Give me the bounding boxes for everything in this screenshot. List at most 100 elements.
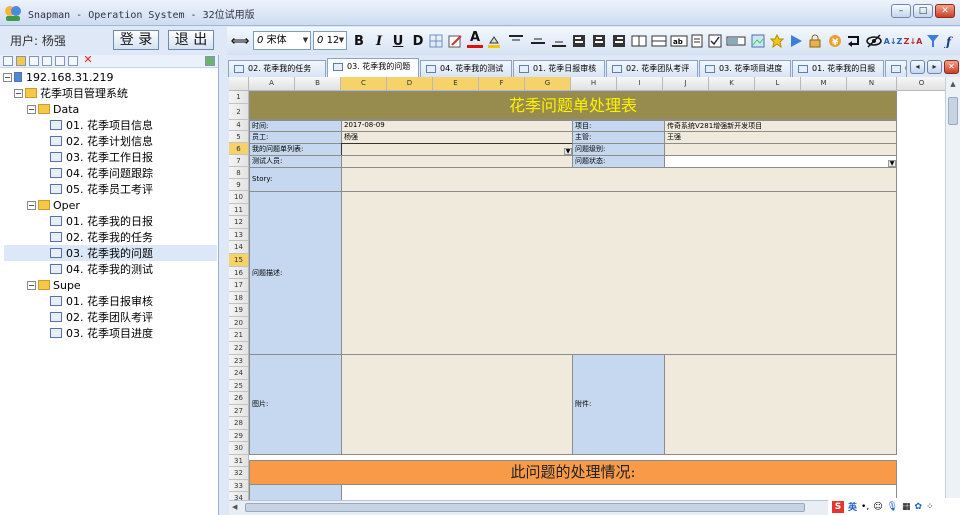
- row-header[interactable]: 4: [229, 120, 249, 131]
- row-header[interactable]: 6: [229, 143, 249, 155]
- font-size-select[interactable]: 0 12 ▼: [313, 31, 347, 50]
- horizontal-scroll-thumb[interactable]: [245, 503, 805, 512]
- text-box-icon[interactable]: ab: [669, 30, 689, 52]
- strikethrough-button[interactable]: D: [410, 30, 426, 52]
- story-value[interactable]: [341, 167, 897, 192]
- chevron-down-icon[interactable]: ▼: [888, 160, 896, 167]
- border-icon[interactable]: [428, 30, 444, 52]
- align-left-icon[interactable]: [570, 30, 588, 52]
- image-value[interactable]: [341, 354, 573, 455]
- menu-grid-icon[interactable]: ⁘: [926, 502, 934, 512]
- row-header[interactable]: 16: [229, 267, 249, 279]
- row-header[interactable]: 22: [229, 342, 249, 355]
- handling-value-cell[interactable]: [341, 484, 897, 500]
- split-cells-icon[interactable]: [650, 30, 668, 52]
- bold-button[interactable]: B: [351, 30, 367, 52]
- column-header[interactable]: N: [847, 77, 897, 91]
- tree-item[interactable]: 01. 花季日报审核: [50, 293, 153, 309]
- tree-item[interactable]: 03. 花季项目进度: [50, 325, 153, 341]
- tree-item-selected[interactable]: 03. 花季我的问题: [4, 245, 217, 261]
- row-header[interactable]: 31: [229, 455, 249, 467]
- export-icon[interactable]: [205, 56, 215, 66]
- row-header[interactable]: 32: [229, 467, 249, 480]
- microphone-icon[interactable]: 🎙: [887, 502, 898, 512]
- column-header[interactable]: B: [295, 77, 341, 91]
- row-header[interactable]: 17: [229, 279, 249, 292]
- tree-item[interactable]: 04. 花季我的测试: [50, 261, 153, 277]
- row-header[interactable]: 19: [229, 304, 249, 317]
- spreadsheet-grid[interactable]: A B C D E F G H I J K L M N O 1 2 4 5 6 …: [229, 77, 960, 500]
- underline-button[interactable]: U: [390, 30, 406, 52]
- tab-my-issues[interactable]: 03. 花季我的问题: [327, 58, 419, 77]
- refresh-icon[interactable]: [29, 56, 39, 66]
- column-header[interactable]: C: [341, 77, 387, 91]
- corner-cell[interactable]: [229, 77, 249, 91]
- merge-cells-icon[interactable]: [630, 30, 648, 52]
- vertical-scroll-thumb[interactable]: [948, 97, 958, 125]
- logout-button[interactable]: 退 出: [168, 30, 214, 50]
- collapse-icon[interactable]: −: [27, 104, 36, 114]
- row-header[interactable]: 11: [229, 204, 249, 216]
- collapse-icon[interactable]: −: [14, 88, 23, 98]
- row-header[interactable]: 33: [229, 480, 249, 492]
- column-header[interactable]: O: [897, 77, 947, 91]
- tree-system[interactable]: − 花季项目管理系统: [14, 85, 128, 101]
- column-header[interactable]: F: [479, 77, 525, 91]
- column-header[interactable]: J: [663, 77, 709, 91]
- font-color-button[interactable]: A: [467, 30, 483, 48]
- move-icon[interactable]: [42, 56, 52, 66]
- scroll-up-icon[interactable]: ▲: [948, 80, 958, 90]
- currency-icon[interactable]: ¥: [827, 30, 843, 52]
- tab-project-progress[interactable]: 03. 花季项目进度: [699, 60, 791, 77]
- row-header[interactable]: 2: [229, 104, 249, 120]
- tab-next-button[interactable]: ▸: [927, 60, 942, 74]
- row-header[interactable]: 9: [229, 179, 249, 191]
- function-icon[interactable]: ƒ: [943, 30, 959, 52]
- column-header[interactable]: H: [571, 77, 617, 91]
- sort-ascending-button[interactable]: A↓Z: [884, 30, 903, 52]
- row-header[interactable]: 5: [229, 131, 249, 143]
- sort-descending-button[interactable]: Z↓A: [904, 30, 923, 52]
- progress-icon[interactable]: [725, 30, 747, 52]
- row-header[interactable]: 24: [229, 367, 249, 380]
- collapse-icon[interactable]: −: [27, 280, 36, 290]
- tab-my-tests[interactable]: 04. 花季我的测试: [420, 60, 512, 77]
- tab-daily-review[interactable]: 01. 花季日报审核: [513, 60, 605, 77]
- align-top-icon[interactable]: [506, 30, 526, 52]
- scroll-left-icon[interactable]: ◀: [232, 503, 242, 513]
- login-button[interactable]: 登 录: [113, 30, 159, 50]
- column-header[interactable]: E: [433, 77, 479, 91]
- tree-item[interactable]: 03. 花季工作日报: [50, 149, 153, 165]
- row-header[interactable]: 12: [229, 216, 249, 229]
- ime-language[interactable]: 英: [848, 500, 857, 513]
- folder-open-icon[interactable]: [16, 56, 26, 66]
- attachment-value[interactable]: [664, 354, 897, 455]
- play-icon[interactable]: [788, 30, 804, 52]
- tree-item[interactable]: 04. 花季问题跟踪: [50, 165, 153, 181]
- description-value[interactable]: [341, 191, 897, 355]
- skin-icon[interactable]: ✿: [915, 502, 923, 512]
- punctuation-icon[interactable]: •,: [861, 502, 869, 512]
- maximize-button[interactable]: □: [913, 4, 933, 18]
- row-header[interactable]: 1: [229, 91, 249, 104]
- row-header[interactable]: 25: [229, 380, 249, 392]
- align-bottom-icon[interactable]: [549, 30, 569, 52]
- paste-icon[interactable]: [68, 56, 78, 66]
- tree-item[interactable]: 05. 花季员工考评: [50, 181, 153, 197]
- italic-button[interactable]: I: [371, 30, 387, 52]
- column-header[interactable]: K: [709, 77, 755, 91]
- tree-item[interactable]: 01. 花季项目信息: [50, 117, 153, 133]
- align-right-icon[interactable]: [610, 30, 628, 52]
- column-header[interactable]: A: [249, 77, 295, 91]
- column-header[interactable]: M: [801, 77, 847, 91]
- tab-team-review[interactable]: 02. 花季团队考评: [606, 60, 698, 77]
- column-header[interactable]: I: [617, 77, 663, 91]
- copy-icon[interactable]: [55, 56, 65, 66]
- column-resize-icon[interactable]: ⟺: [231, 30, 250, 52]
- tree-group-supe[interactable]: − Supe: [27, 277, 81, 293]
- delete-icon[interactable]: ✕: [83, 54, 93, 66]
- edit-icon[interactable]: [447, 30, 463, 52]
- tree-item[interactable]: 01. 花季我的日报: [50, 213, 153, 229]
- new-icon[interactable]: [3, 56, 13, 66]
- checkbox-icon[interactable]: [707, 30, 723, 52]
